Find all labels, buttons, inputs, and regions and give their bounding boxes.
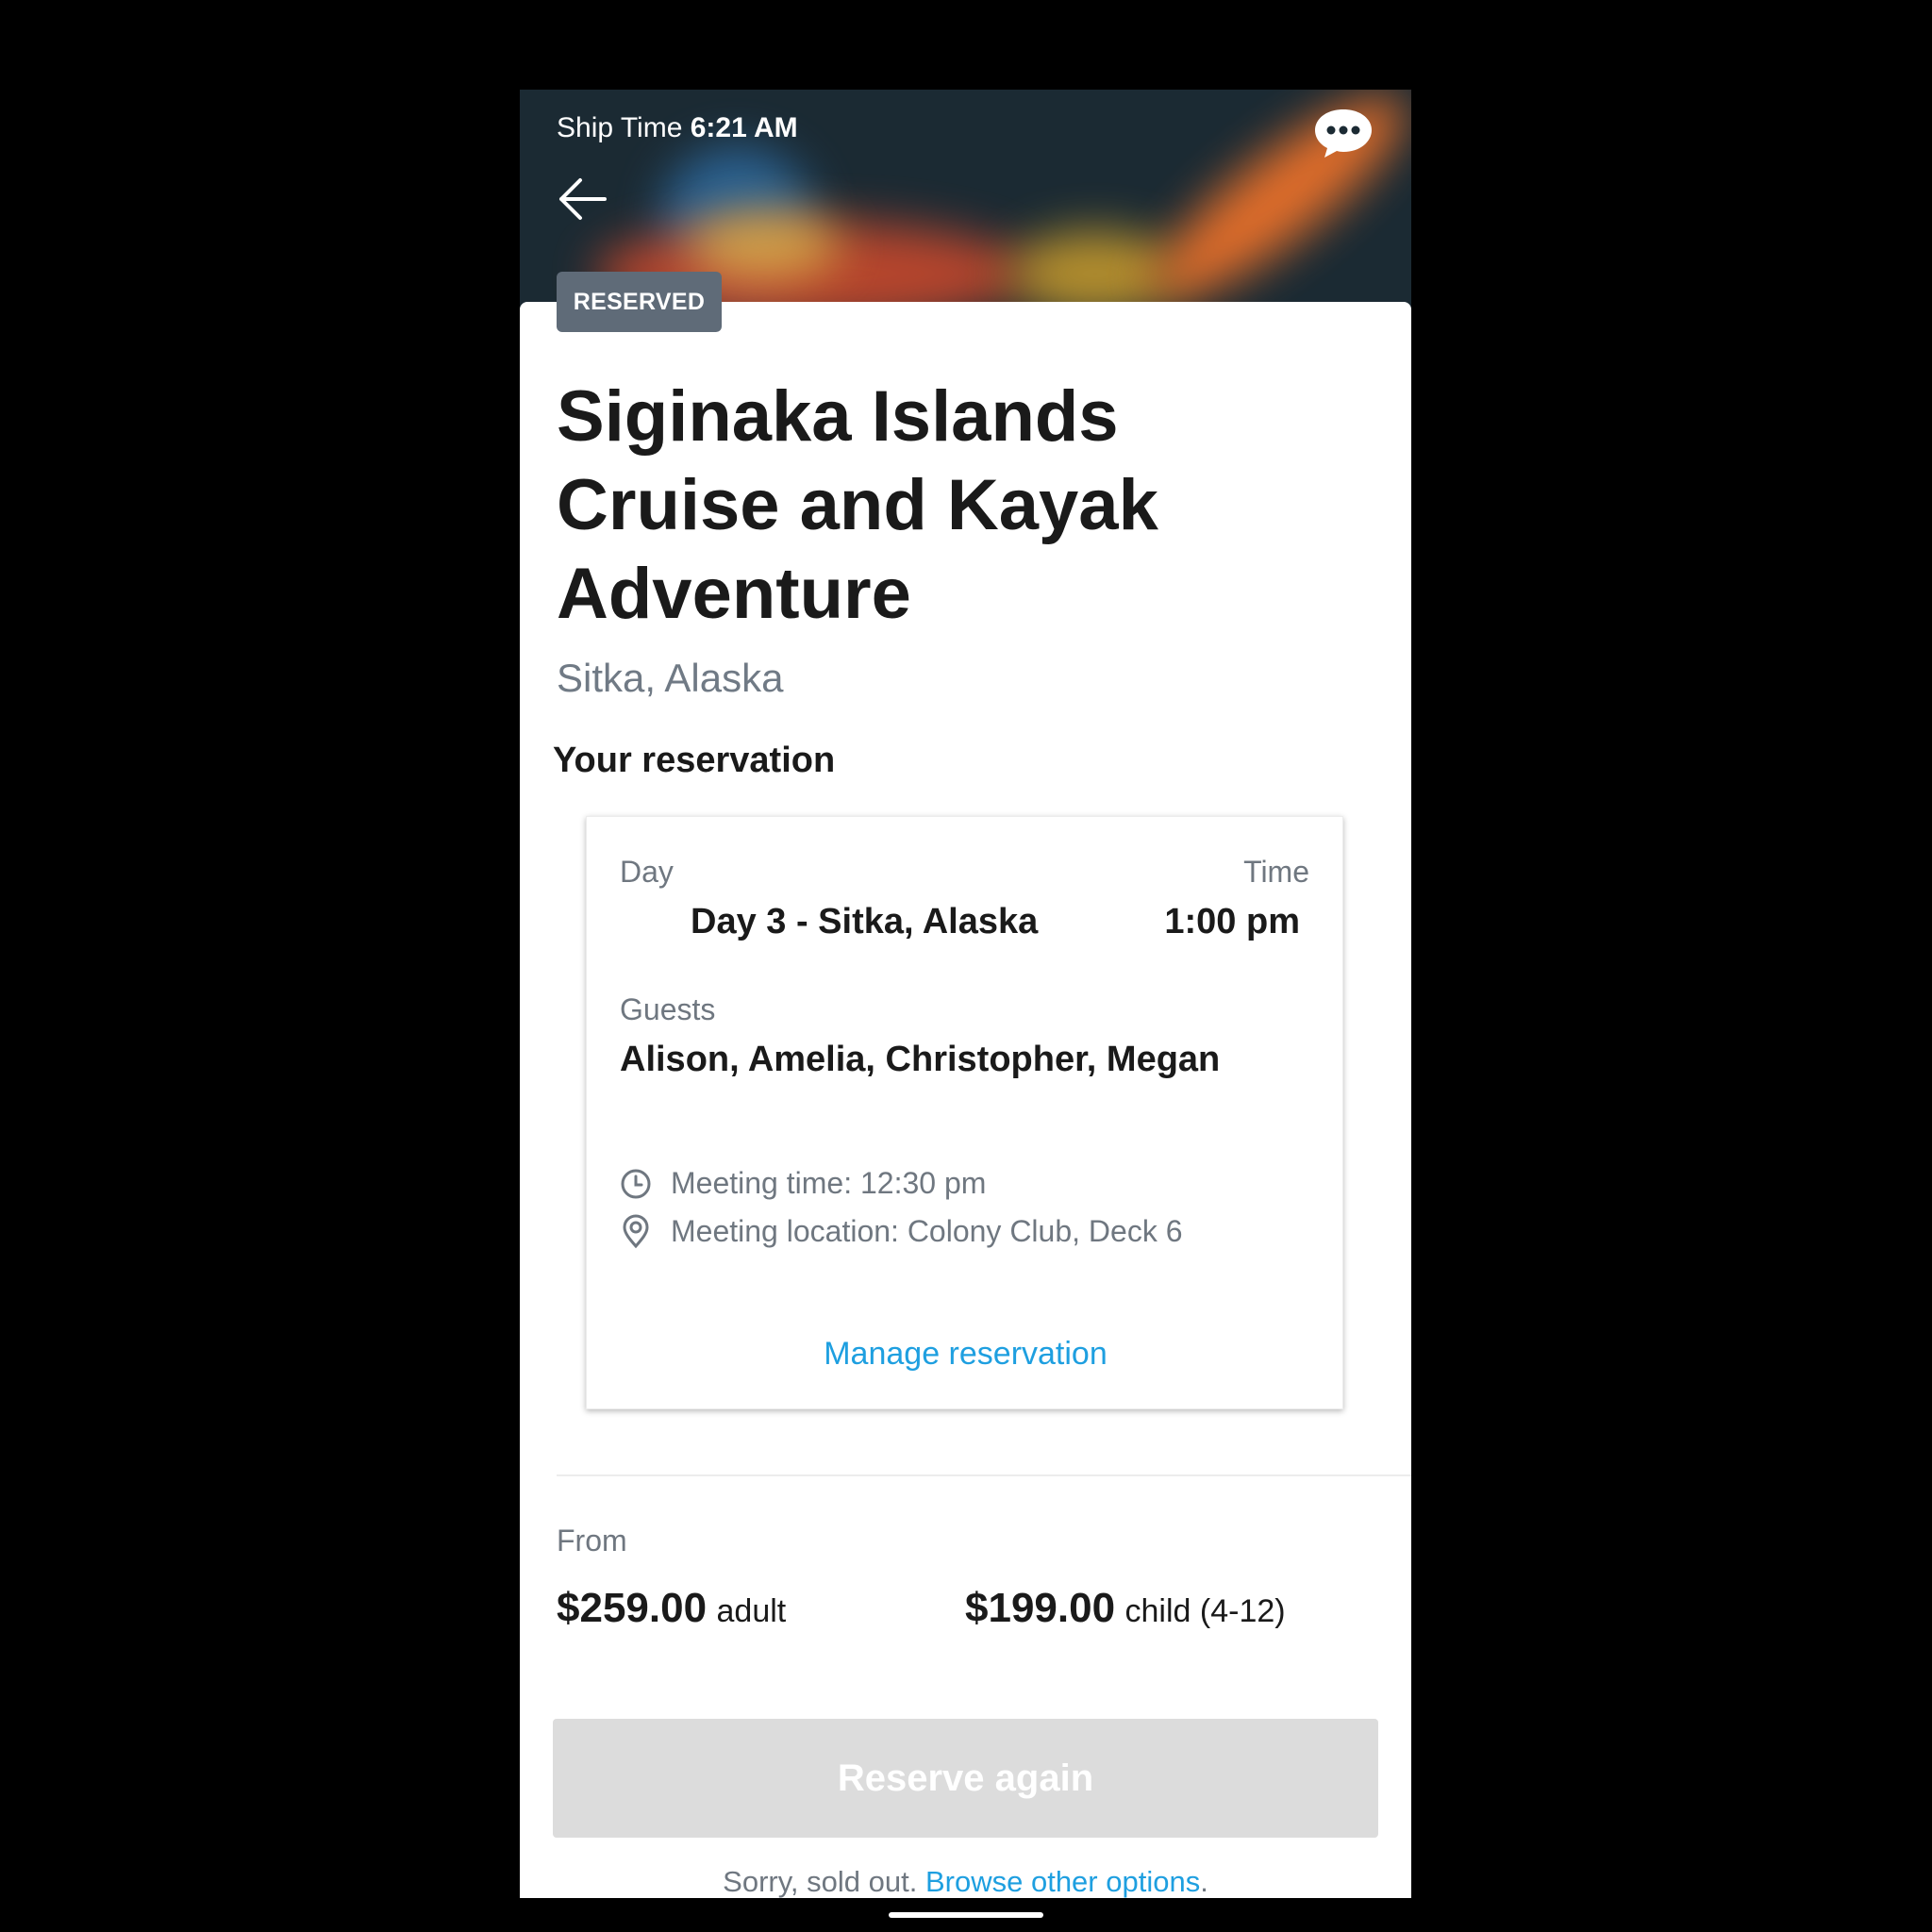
home-indicator[interactable] bbox=[889, 1912, 1043, 1918]
meeting-time-row: Meeting time: 12:30 pm bbox=[620, 1166, 986, 1201]
ship-time-label: Ship Time bbox=[557, 112, 683, 143]
guests-value: Alison, Amelia, Christopher, Megan bbox=[620, 1040, 1221, 1079]
ship-time-value: 6:21 AM bbox=[690, 112, 798, 143]
ship-time: Ship Time 6:21 AM bbox=[557, 112, 798, 144]
section-divider bbox=[557, 1474, 1411, 1476]
back-arrow-icon bbox=[559, 178, 607, 220]
day-value: Day 3 - Sitka, Alaska bbox=[691, 902, 1039, 941]
adult-price: $259.00 adult bbox=[557, 1585, 786, 1632]
child-price-unit: child (4-12) bbox=[1124, 1593, 1286, 1629]
adult-price-amount: $259.00 bbox=[557, 1585, 708, 1631]
meeting-time: Meeting time: 12:30 pm bbox=[671, 1166, 987, 1200]
status-badge: RESERVED bbox=[557, 272, 722, 332]
sold-out-text: Sorry, sold out. bbox=[723, 1865, 918, 1898]
adult-price-unit: adult bbox=[716, 1593, 787, 1629]
location-pin-icon bbox=[623, 1214, 649, 1249]
time-value: 1:00 pm bbox=[1164, 902, 1300, 941]
back-button[interactable] bbox=[554, 171, 610, 227]
guests-label: Guests bbox=[620, 992, 716, 1026]
clock-icon bbox=[621, 1169, 651, 1198]
day-label: Day bbox=[620, 855, 674, 889]
child-price-amount: $199.00 bbox=[965, 1585, 1116, 1631]
child-price: $199.00 child (4-12) bbox=[965, 1585, 1286, 1632]
chat-bubble-icon bbox=[1315, 109, 1372, 158]
sold-out-period: . bbox=[1200, 1865, 1208, 1898]
reservation-card: Day Time Day 3 - Sitka, Alaska 1:00 pm G… bbox=[586, 816, 1343, 1409]
from-label: From bbox=[557, 1524, 627, 1557]
reserve-again-button[interactable]: Reserve again bbox=[553, 1719, 1378, 1838]
sold-out-message: Sorry, sold out. Browse other options. bbox=[520, 1865, 1411, 1898]
time-label: Time bbox=[1243, 855, 1309, 889]
browse-other-options-link[interactable]: Browse other options bbox=[925, 1865, 1200, 1898]
location-subtitle: Sitka, Alaska bbox=[557, 656, 784, 700]
phone-screen: Ship Time 6:21 AM RESERVED Siginaka Isla… bbox=[520, 90, 1411, 1898]
meeting-location: Meeting location: Colony Club, Deck 6 bbox=[671, 1213, 1183, 1248]
meeting-location-row: Meeting location: Colony Club, Deck 6 bbox=[620, 1213, 1183, 1249]
page-title: Siginaka Islands Cruise and Kayak Advent… bbox=[557, 376, 1158, 634]
manage-reservation-link[interactable]: Manage reservation bbox=[587, 1336, 1344, 1373]
reservation-heading: Your reservation bbox=[553, 741, 836, 780]
chat-button[interactable] bbox=[1312, 107, 1374, 159]
